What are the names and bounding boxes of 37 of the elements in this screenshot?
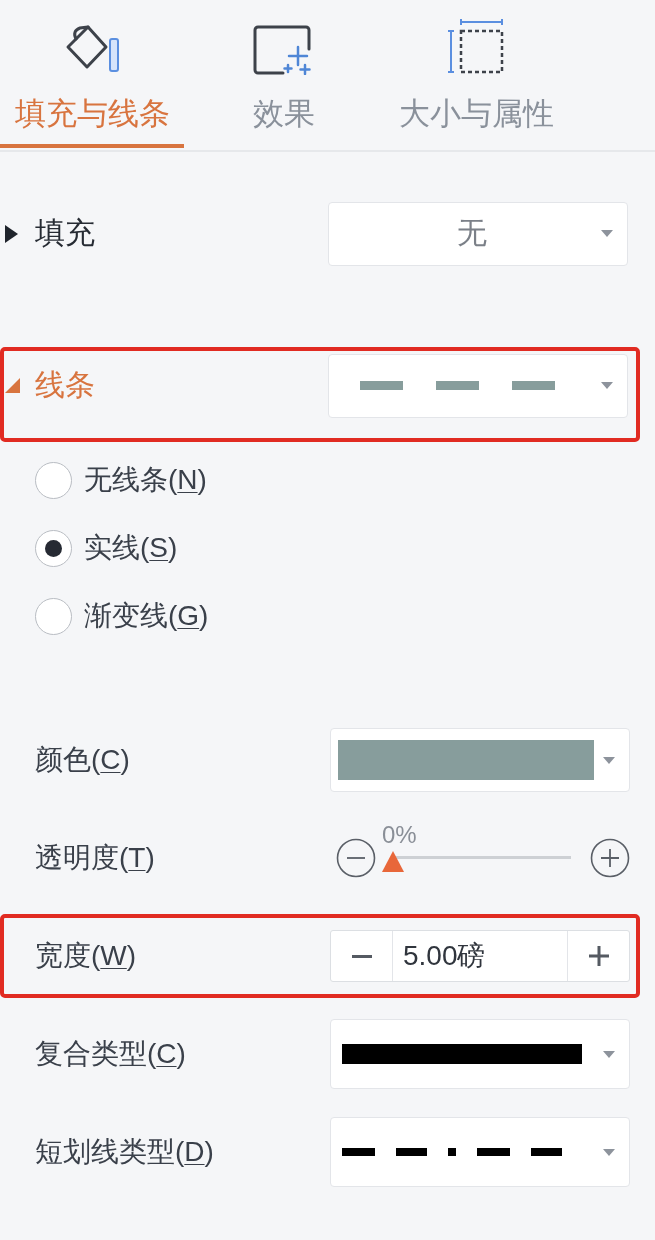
- radio-button[interactable]: [35, 529, 72, 567]
- field-label: 宽度(W): [35, 939, 138, 973]
- minus-circle-icon[interactable]: [336, 838, 376, 878]
- field-label: 短划线类型(D): [35, 1135, 215, 1169]
- plus-icon: [588, 946, 609, 966]
- slider-thumb[interactable]: [382, 851, 404, 872]
- caret-icon: [601, 382, 613, 389]
- radio-label: 实线(S): [84, 531, 178, 565]
- caret-icon: [603, 1148, 615, 1156]
- dropdown[interactable]: [330, 1019, 630, 1089]
- radio-button[interactable]: [35, 597, 72, 635]
- minus-icon: [351, 954, 372, 958]
- solid-line-icon: [342, 1044, 582, 1064]
- tab[interactable]: 填充与线条: [0, 0, 184, 148]
- radio-label: 渐变线(G): [84, 599, 209, 633]
- field-label: 颜色(C): [35, 743, 131, 777]
- caret-icon: [601, 230, 613, 237]
- section-title[interactable]: 线条: [35, 365, 328, 406]
- slider-reading: 0%: [382, 821, 417, 849]
- field-label: 透明度(T): [35, 841, 156, 875]
- tab[interactable]: 效果: [192, 0, 376, 148]
- dropdown[interactable]: [330, 1117, 630, 1187]
- plus-circle-icon[interactable]: [590, 838, 630, 878]
- disclosure-triangle-icon[interactable]: [5, 224, 18, 243]
- color-dropdown[interactable]: [330, 728, 630, 792]
- field-label: 复合类型(C): [35, 1037, 187, 1071]
- dropdown[interactable]: 无: [328, 201, 628, 266]
- caret-icon: [603, 1050, 615, 1058]
- number-spinner[interactable]: 5.00磅: [330, 930, 630, 982]
- value-field[interactable]: 5.00磅: [393, 931, 567, 981]
- caret-icon: [603, 756, 615, 764]
- dashed-square-icon: [446, 19, 506, 75]
- tab[interactable]: 大小与属性: [384, 0, 568, 148]
- radio-label: 无线条(N): [84, 463, 207, 497]
- dashed-line-icon: [360, 381, 556, 390]
- radio-button[interactable]: [35, 461, 72, 499]
- section-title[interactable]: 填充: [35, 213, 328, 254]
